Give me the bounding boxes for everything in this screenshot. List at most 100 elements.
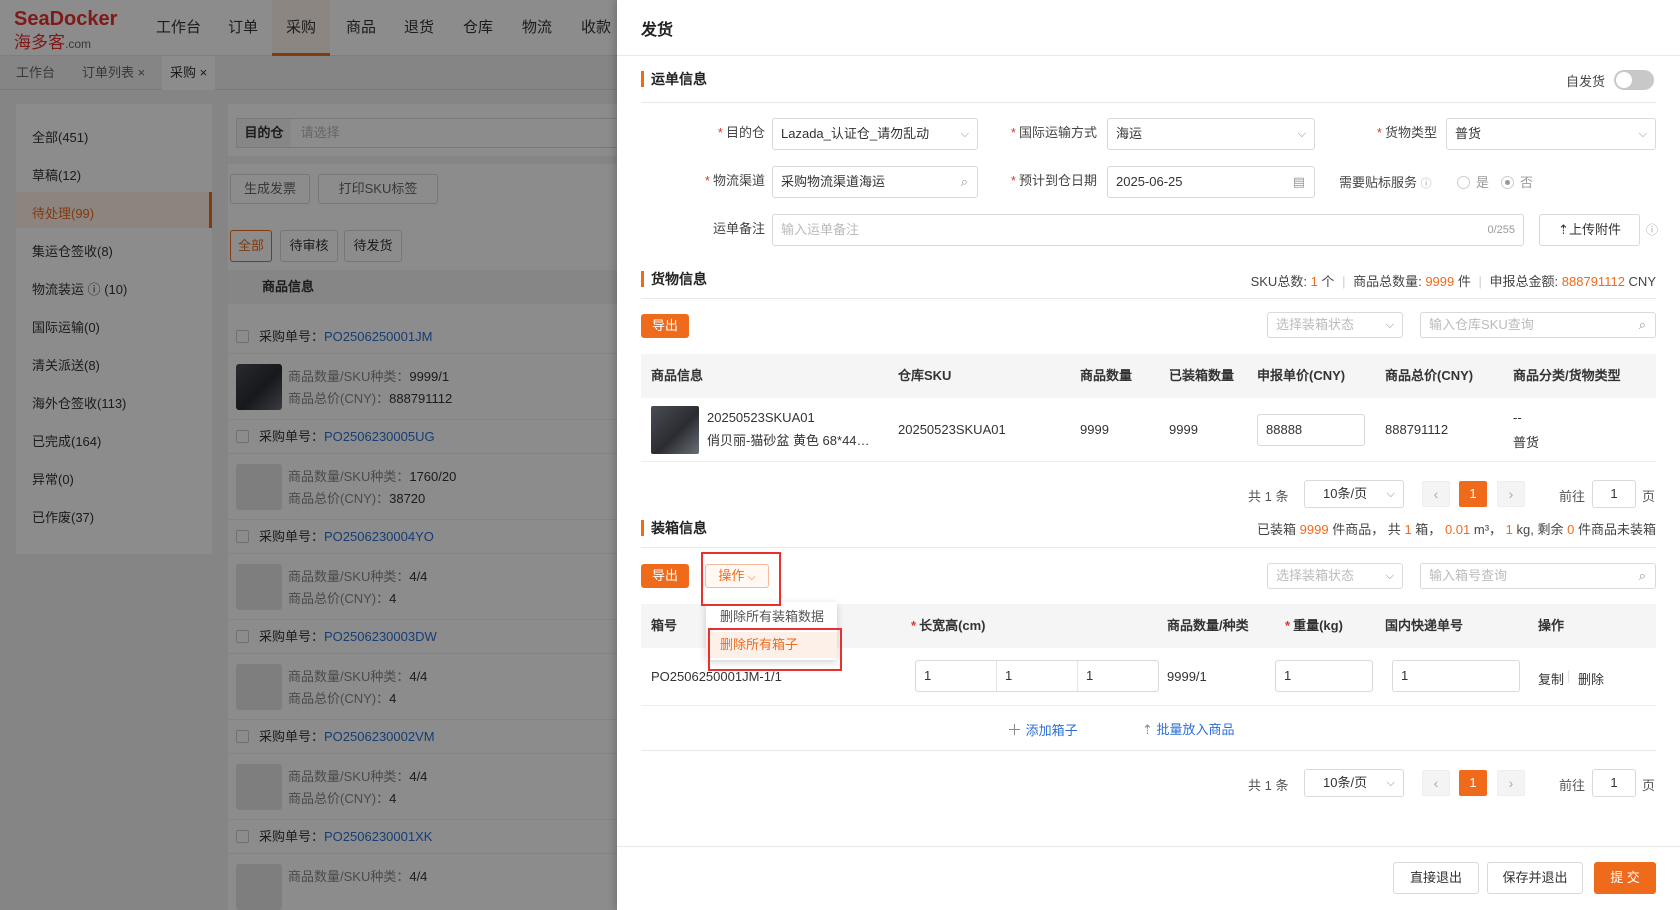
calendar-icon: ▤ <box>1292 174 1305 189</box>
chevron-down-icon: ⌵ <box>960 128 969 140</box>
chevron-down-icon: ⌵ <box>1638 128 1647 140</box>
col-unit-price: 申报单价(CNY) <box>1257 368 1346 383</box>
packing-status-select[interactable]: 选择装箱状态 ⌵ <box>1267 563 1403 589</box>
length-input[interactable]: 1 <box>916 661 997 691</box>
product-sku-code: 20250523SKUA01 <box>707 410 815 425</box>
col-total-price: 商品总价(CNY) <box>1385 368 1474 383</box>
unit-price-input[interactable]: 88888 <box>1257 414 1365 446</box>
product-thumbnail <box>651 406 699 454</box>
packing-summary: 已装箱 9999 件商品， 共 1 箱， 0.01 m³， 1 kg, 剩余 0… <box>1257 522 1656 537</box>
upload-icon: ⇡ <box>1142 722 1153 737</box>
upload-attachment-button[interactable]: ⇡上传附件 <box>1539 214 1640 246</box>
label-service-yes[interactable]: 是 <box>1457 172 1489 191</box>
chevron-down-icon: ⌵ <box>1385 570 1394 582</box>
goods-goto-input[interactable]: 1 <box>1592 480 1636 508</box>
col-qty: 商品数量 <box>1080 368 1133 383</box>
batch-add-products-button[interactable]: ⇡ 批量放入商品 <box>1142 719 1235 738</box>
channel-input[interactable]: 采购物流渠道海运 ⌕ <box>772 166 978 198</box>
divider <box>641 298 1656 299</box>
goods-current-page[interactable]: 1 <box>1459 481 1487 507</box>
width-input[interactable]: 1 <box>997 661 1078 691</box>
goods-summary: SKU总数: 1 个 | 商品总数量: 9999 件 | 申报总金额: 8887… <box>1250 274 1656 289</box>
qty-value: 9999 <box>1080 422 1109 437</box>
divider <box>641 547 1656 548</box>
self-ship-toggle[interactable] <box>1614 70 1654 90</box>
exit-button[interactable]: 直接退出 <box>1393 862 1479 894</box>
ship-drawer: 发货 运单信息 自发货 * 目的仓 Lazada_认证仓_请勿乱动 ⌵ * 国际运输方… <box>617 0 1680 910</box>
highlight-box <box>708 628 842 671</box>
packing-current-page[interactable]: 1 <box>1459 770 1487 796</box>
divider <box>617 55 1680 56</box>
col-qty-kind: 商品数量/种类 <box>1167 618 1249 633</box>
submit-button[interactable]: 提 交 <box>1594 862 1656 894</box>
packing-prev-page-button[interactable]: ‹ <box>1422 770 1450 796</box>
cargo-type-label: * 货物类型 <box>1376 125 1437 140</box>
dest-select[interactable]: Lazada_认证仓_请勿乱动 ⌵ <box>772 118 978 150</box>
label-service-no[interactable]: 否 <box>1501 172 1533 191</box>
goods-pager-total: 共 1 条 <box>1248 489 1289 504</box>
packing-goto-input[interactable]: 1 <box>1592 769 1636 797</box>
search-icon: ⌕ <box>1638 568 1646 583</box>
divider <box>641 750 1656 751</box>
col-warehouse-sku: 仓库SKU <box>898 368 952 383</box>
channel-label: * 物流渠道 <box>704 173 765 188</box>
section-waybill: 运单信息 <box>641 70 707 88</box>
search-icon: ⌕ <box>1638 317 1646 332</box>
info-icon: ⓘ <box>1420 178 1432 190</box>
packing-page-unit: 页 <box>1642 778 1656 793</box>
packing-page-size-select[interactable]: 10条/页 ⌵ <box>1304 769 1404 797</box>
goods-table-row: 20250523SKUA01 俏贝丽-猫砂盆 黄色 68*44… 2025052… <box>641 398 1656 462</box>
height-input[interactable]: 1 <box>1078 661 1158 691</box>
qty-kind-value[interactable]: 9999/1 <box>1167 669 1207 684</box>
product-name: 俏贝丽-猫砂盆 黄色 68*44… <box>707 433 870 448</box>
chevron-down-icon: ⌵ <box>1297 128 1306 140</box>
packing-pager-total: 共 1 条 <box>1248 778 1289 793</box>
col-product-info: 商品信息 <box>651 368 704 383</box>
copy-box-link[interactable]: 复制 <box>1538 669 1564 688</box>
goods-table-header: 商品信息 仓库SKU 商品数量 已装箱数量 申报单价(CNY) 商品总价(CNY… <box>641 354 1656 398</box>
section-goods: 货物信息 <box>641 270 707 288</box>
sku-search-input[interactable]: 输入仓库SKU查询 ⌕ <box>1420 312 1656 338</box>
col-category: 商品分类/货物类型 <box>1513 368 1621 383</box>
goods-status-select[interactable]: 选择装箱状态 ⌵ <box>1267 312 1403 338</box>
info-icon: ⓘ <box>1646 223 1659 237</box>
remark-input[interactable]: 输入运单备注 0/255 <box>772 214 1524 246</box>
goods-page-unit: 页 <box>1642 489 1656 504</box>
upload-icon: ⇡ <box>1558 222 1569 237</box>
box-search-input[interactable]: 输入箱号查询 ⌕ <box>1420 563 1656 589</box>
divider <box>617 846 1680 847</box>
label-service-label: 需要贴标服务 ⓘ <box>1339 175 1432 190</box>
category-value: -- <box>1513 410 1522 425</box>
highlight-box <box>701 552 781 606</box>
delete-box-link[interactable]: 删除 <box>1578 669 1604 688</box>
goods-prev-page-button[interactable]: ‹ <box>1422 481 1450 507</box>
plus-icon: ＋ <box>1007 722 1023 739</box>
chevron-down-icon: ⌵ <box>1385 319 1394 331</box>
add-box-button[interactable]: ＋ 添加箱子 <box>1007 719 1078 740</box>
packing-goto-label: 前往 <box>1559 778 1586 793</box>
transport-select[interactable]: 海运 ⌵ <box>1107 118 1315 150</box>
save-exit-button[interactable]: 保存并退出 <box>1487 862 1583 894</box>
weight-input[interactable]: 1 <box>1275 660 1373 692</box>
goods-export-button[interactable]: 导出 <box>641 314 689 338</box>
menu-delete-all-packing-data[interactable]: 删除所有装箱数据 <box>706 604 837 630</box>
section-packing: 装箱信息 <box>641 519 707 537</box>
col-weight: * 重量(kg) <box>1285 618 1343 633</box>
chevron-down-icon: ⌵ <box>1386 777 1395 789</box>
search-icon: ⌕ <box>960 174 968 189</box>
goods-next-page-button[interactable]: › <box>1497 481 1525 507</box>
modal-overlay[interactable] <box>0 0 617 910</box>
box-no-value: PO2506250001JM-1/1 <box>651 669 782 684</box>
packing-export-button[interactable]: 导出 <box>641 564 689 588</box>
tracking-input[interactable]: 1 <box>1392 660 1520 692</box>
eta-date-input[interactable]: 2025-06-25 ▤ <box>1107 166 1315 198</box>
packed-qty-link[interactable]: 9999 <box>1169 422 1198 437</box>
dimensions-input-group: 1 1 1 <box>915 660 1159 692</box>
cargo-type-select[interactable]: 普货 ⌵ <box>1446 118 1656 150</box>
drawer-title: 发货 <box>641 22 674 39</box>
chevron-down-icon: ⌵ <box>1386 488 1395 500</box>
total-price-value: 888791112 <box>1385 422 1449 437</box>
remark-label: 运单备注 <box>712 221 765 236</box>
goods-page-size-select[interactable]: 10条/页 ⌵ <box>1304 480 1404 508</box>
packing-next-page-button[interactable]: › <box>1497 770 1525 796</box>
